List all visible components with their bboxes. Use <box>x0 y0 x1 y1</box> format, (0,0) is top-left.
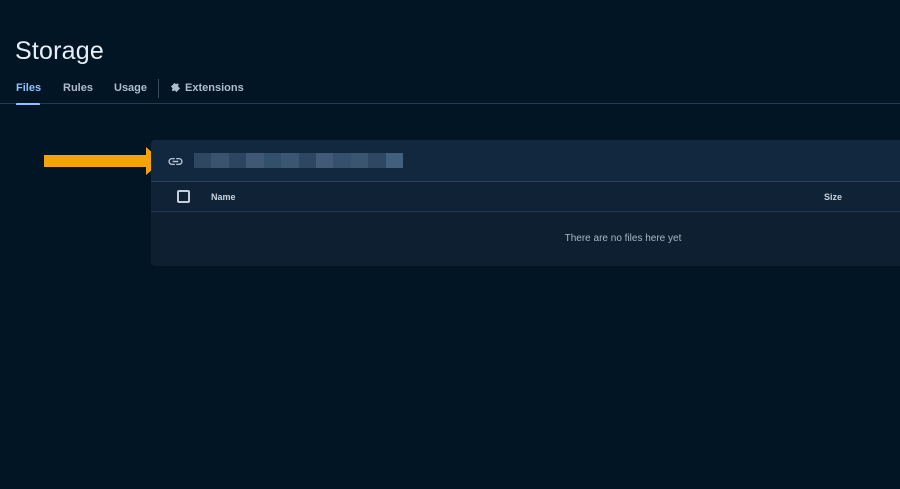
files-card: Name Size There are no files here yet <box>151 140 900 266</box>
tab-extensions-label: Extensions <box>185 82 244 94</box>
storage-page: Storage Files Rules Usage Extensions Nam… <box>0 0 900 489</box>
tab-rules[interactable]: Rules <box>63 82 93 104</box>
table-header: Name Size <box>151 182 900 212</box>
tab-usage[interactable]: Usage <box>114 82 147 104</box>
tab-extensions[interactable]: Extensions <box>170 82 244 104</box>
bucket-path-redacted[interactable] <box>194 153 404 168</box>
tab-usage-label: Usage <box>114 82 148 94</box>
link-icon[interactable] <box>167 153 184 170</box>
empty-state-message: There are no files here yet <box>564 233 682 244</box>
tab-divider <box>158 79 159 98</box>
tab-rules-label: Rules <box>63 82 93 94</box>
tab-bar: Files Rules Usage Extensions <box>0 74 900 105</box>
tab-files[interactable]: Files <box>16 82 42 105</box>
bucket-header <box>151 140 900 182</box>
annotation-arrow <box>44 147 162 175</box>
select-all-checkbox[interactable] <box>177 190 190 203</box>
extensions-icon <box>170 82 181 93</box>
tab-files-label: Files <box>16 82 42 94</box>
page-title: Storage <box>15 37 104 65</box>
column-name[interactable]: Name <box>211 192 236 202</box>
column-size[interactable]: Size <box>824 192 842 202</box>
